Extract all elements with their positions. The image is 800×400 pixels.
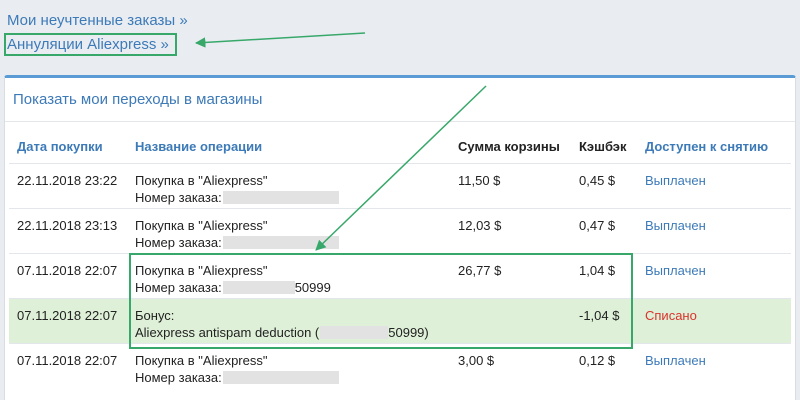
top-links: Мои неучтенные заказы » Аннуляции Aliexp… (4, 10, 188, 56)
order-number-suffix: 50999 (294, 279, 331, 295)
show-store-visits-link[interactable]: Показать мои переходы в магазины (13, 91, 262, 108)
header-operation-name[interactable]: Название операции (127, 131, 450, 163)
row-cashback: 0,47 $ (571, 207, 637, 253)
operation-title: Бонус: (135, 307, 175, 323)
operation-title: Покупка в "Aliexpress" (135, 352, 268, 368)
row-status: Выплачен (637, 252, 791, 298)
order-number: Номер заказа: 50999 (135, 279, 442, 296)
redacted-block (222, 190, 339, 204)
order-number-label: Номер заказа: (135, 234, 222, 250)
row-operation: Покупка в "Aliexpress" Номер заказа: 5099… (127, 252, 450, 298)
row-cashback: 0,12 $ (571, 342, 637, 388)
order-number-label: Номер заказа: (135, 369, 222, 385)
header-cashback: Кэшбэк (579, 139, 627, 155)
unaccounted-orders-link[interactable]: Мои неучтенные заказы » (7, 10, 188, 31)
panel-divider (5, 121, 795, 122)
redacted-block (222, 280, 295, 294)
row-cart-sum: 26,77 $ (450, 252, 571, 298)
row-operation: Покупка в "Aliexpress" Номер заказа: (127, 207, 450, 253)
row-operation: Покупка в "Aliexpress" Номер заказа: (127, 162, 450, 208)
header-cart-sum: Сумма корзины (458, 139, 560, 155)
redacted-block (222, 370, 339, 384)
row-status: Списано (637, 297, 791, 343)
row-cashback: 0,45 $ (571, 162, 637, 208)
table-row: 07.11.2018 22:07 Покупка в "Aliexpress" … (9, 342, 791, 388)
table-row: 07.11.2018 22:07 Бонус: Aliexpress antis… (9, 297, 791, 343)
header-available-for-withdrawal[interactable]: Доступен к снятию (637, 131, 791, 163)
arrow-to-cancellations-link (194, 32, 366, 48)
row-cart-sum (450, 297, 571, 343)
order-number-label: Номер заказа: (135, 279, 222, 295)
row-status: Выплачен (637, 207, 791, 253)
redacted-block (320, 325, 389, 339)
row-date: 07.11.2018 22:07 (9, 297, 127, 343)
operation-title: Покупка в "Aliexpress" (135, 217, 268, 233)
aliexpress-cancellations-link[interactable]: Аннуляции Aliexpress » (4, 33, 177, 56)
row-status: Выплачен (637, 342, 791, 388)
table-header-row: Дата покупки Название операции Сумма кор… (9, 131, 791, 163)
row-date: 07.11.2018 22:07 (9, 252, 127, 298)
order-number-label: Номер заказа: (135, 189, 222, 205)
order-number: Номер заказа: (135, 234, 442, 251)
row-operation: Покупка в "Aliexpress" Номер заказа: (127, 342, 450, 388)
deduction-label: Aliexpress antispam deduction ( (135, 324, 320, 340)
row-date: 22.11.2018 23:13 (9, 207, 127, 253)
row-status: Выплачен (637, 162, 791, 208)
table-row: 07.11.2018 22:07 Покупка в "Aliexpress" … (9, 252, 791, 298)
row-date: 22.11.2018 23:22 (9, 162, 127, 208)
operation-title: Покупка в "Aliexpress" (135, 172, 268, 188)
redacted-block (222, 235, 339, 249)
header-purchase-date[interactable]: Дата покупки (9, 131, 127, 163)
row-date: 07.11.2018 22:07 (9, 342, 127, 388)
order-number: Aliexpress antispam deduction ( 50999) (135, 324, 442, 341)
row-cart-sum: 11,50 $ (450, 162, 571, 208)
row-cart-sum: 3,00 $ (450, 342, 571, 388)
transactions-table: Дата покупки Название операции Сумма кор… (9, 131, 791, 388)
order-number: Номер заказа: (135, 369, 442, 386)
row-cart-sum: 12,03 $ (450, 207, 571, 253)
operation-title: Покупка в "Aliexpress" (135, 262, 268, 278)
table-row: 22.11.2018 23:22 Покупка в "Aliexpress" … (9, 162, 791, 208)
order-number: Номер заказа: (135, 189, 442, 206)
row-cashback: 1,04 $ (571, 252, 637, 298)
row-cashback: -1,04 $ (571, 297, 637, 343)
order-number-suffix: 50999) (388, 324, 429, 340)
row-operation: Бонус: Aliexpress antispam deduction ( 50… (127, 297, 450, 343)
table-row: 22.11.2018 23:13 Покупка в "Aliexpress" … (9, 207, 791, 253)
